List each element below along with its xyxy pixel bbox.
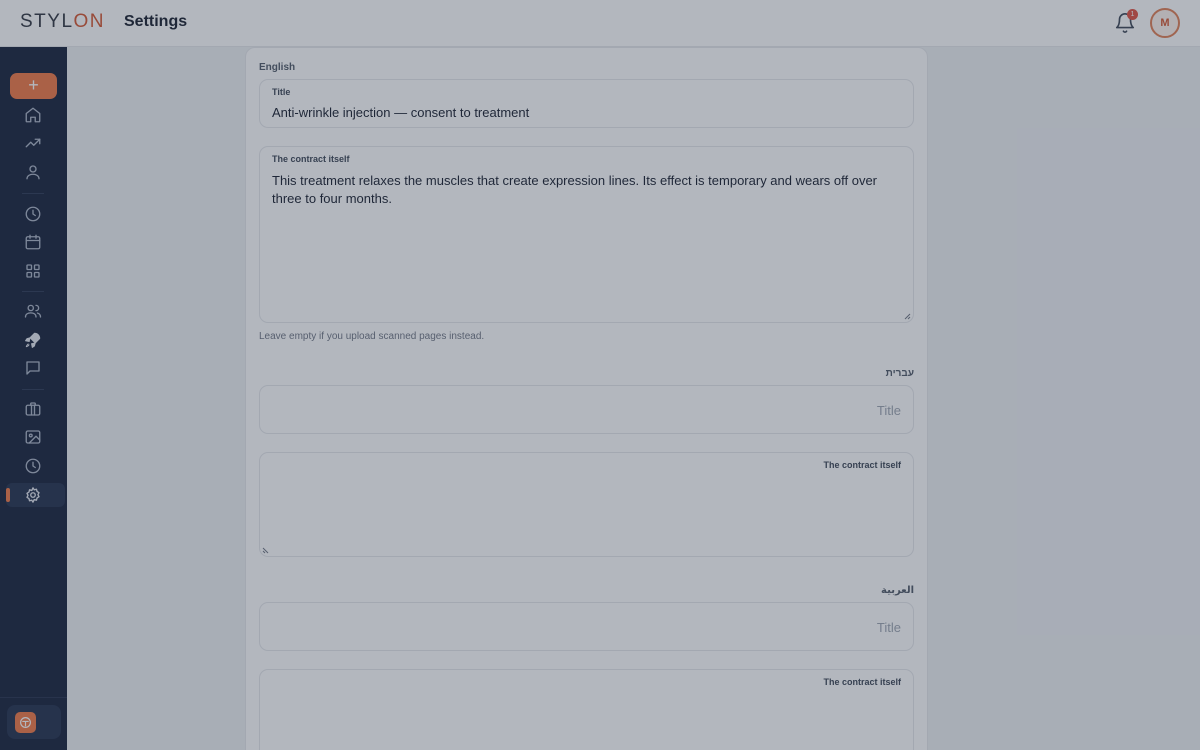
home-icon (25, 107, 41, 123)
contract-label-arabic: The contract itself (823, 677, 901, 687)
sidebar-item-gallery[interactable] (24, 428, 42, 446)
sidebar-divider (22, 389, 44, 390)
title-field-hebrew[interactable]: Title (259, 385, 914, 434)
sidebar-item-settings[interactable] (24, 486, 42, 504)
title-placeholder-arabic: Title (876, 620, 901, 635)
calendar-icon (25, 234, 41, 250)
title-label-english: Title (272, 87, 291, 97)
clock-icon (25, 206, 41, 222)
users-icon (24, 304, 42, 318)
history-icon (25, 458, 41, 474)
notification-badge: 1 (1127, 9, 1138, 20)
workspace-switcher[interactable] (7, 705, 61, 739)
user-icon (26, 165, 40, 180)
logo-suffix: ON (73, 11, 106, 32)
message-icon (26, 361, 40, 375)
sidebar-item-profile[interactable] (24, 163, 42, 181)
sidebar-bottom-divider (0, 697, 67, 698)
top-bar: STYLON Settings 1 M (0, 0, 1200, 47)
sidebar-item-launch[interactable] (24, 331, 42, 349)
contract-label-hebrew: The contract itself (823, 460, 901, 470)
briefcase-icon (25, 402, 41, 416)
section-label-arabic: العربية (881, 585, 914, 596)
active-item-indicator (6, 488, 10, 502)
sidebar-item-business[interactable] (24, 400, 42, 418)
sidebar-item-calendar[interactable] (24, 233, 42, 251)
section-label-english: English (259, 62, 296, 73)
title-value-english: Anti-wrinkle injection — consent to trea… (272, 105, 530, 120)
title-field-arabic[interactable]: Title (259, 602, 914, 651)
contract-field-arabic[interactable]: The contract itself (259, 669, 914, 750)
sidebar-divider (22, 193, 44, 194)
section-label-hebrew: עברית (885, 368, 914, 379)
sidebar-item-team[interactable] (24, 302, 42, 320)
rocket-icon (25, 332, 41, 348)
contract-hint-english: Leave empty if you upload scanned pages … (259, 331, 485, 342)
sidebar-item-time[interactable] (24, 205, 42, 223)
contract-field-hebrew[interactable]: The contract itself (259, 452, 914, 557)
user-avatar[interactable]: M (1150, 8, 1180, 38)
workspace-icon (20, 717, 31, 728)
contract-field-english[interactable]: The contract itself This treatment relax… (259, 146, 914, 323)
gear-icon (26, 487, 40, 503)
image-icon (25, 430, 41, 444)
app-logo[interactable]: STYLON (20, 11, 105, 33)
resize-handle-icon[interactable] (262, 547, 269, 554)
contract-form-panel: English Title Anti-wrinkle injection — c… (245, 47, 928, 750)
contract-label-english: The contract itself (272, 154, 350, 164)
resize-handle-icon[interactable] (904, 313, 911, 320)
sidebar: + (0, 47, 67, 750)
sidebar-item-apps[interactable] (24, 262, 42, 280)
contract-value-english: This treatment relaxes the muscles that … (272, 173, 878, 206)
trending-icon (25, 138, 41, 148)
sidebar-divider (22, 291, 44, 292)
add-button[interactable]: + (10, 73, 57, 99)
logo-prefix: STYL (20, 11, 74, 32)
grid-icon (26, 264, 40, 278)
sidebar-item-analytics[interactable] (24, 134, 42, 152)
page-title: Settings (124, 13, 188, 30)
title-placeholder-hebrew: Title (876, 403, 901, 418)
sidebar-item-messages[interactable] (24, 359, 42, 377)
sidebar-item-home[interactable] (24, 106, 42, 124)
title-field-english[interactable]: Title Anti-wrinkle injection — consent t… (259, 79, 914, 128)
sidebar-item-history[interactable] (24, 457, 42, 475)
